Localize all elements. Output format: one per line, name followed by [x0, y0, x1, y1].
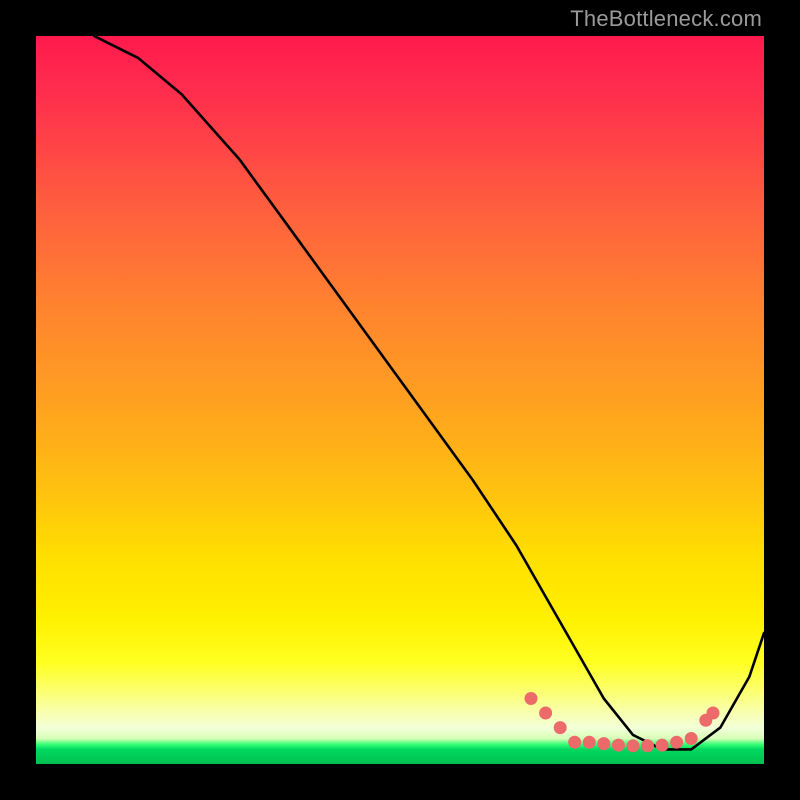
chart-plot-area — [36, 36, 764, 764]
chart-svg — [36, 36, 764, 764]
watermark-text: TheBottleneck.com — [570, 6, 762, 32]
curve-line — [94, 36, 764, 749]
